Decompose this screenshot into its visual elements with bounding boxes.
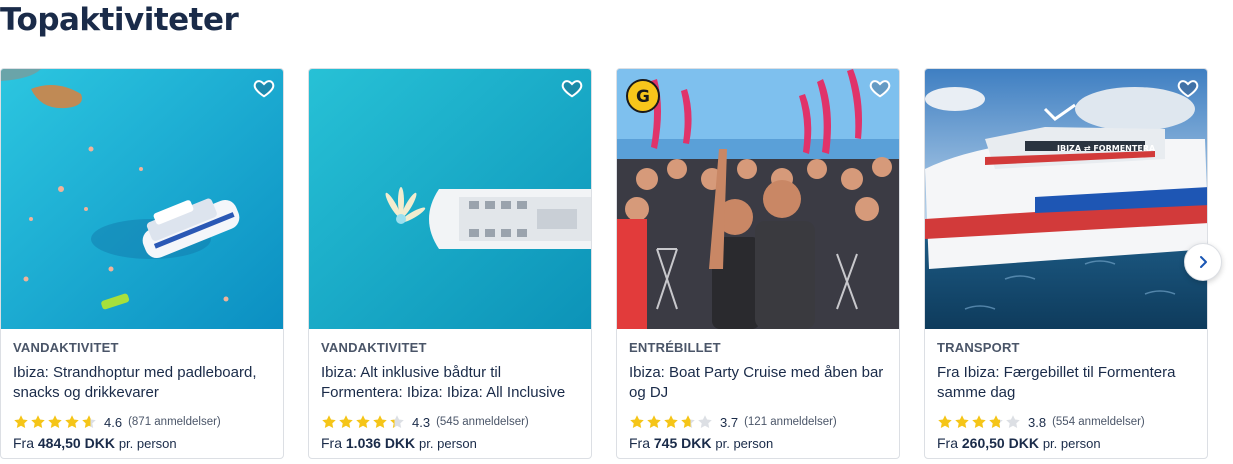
star-icon [989, 415, 1003, 428]
rating: 3.7 (121 anmeldelser) [629, 412, 887, 432]
star-icon [322, 415, 336, 428]
carousel-next-button[interactable] [1184, 243, 1222, 281]
rating-value: 4.3 [412, 414, 431, 430]
star-icon [681, 415, 695, 428]
activity-title[interactable]: Ibiza: Strandhoptur med padleboard, snac… [13, 363, 271, 403]
activity-image[interactable] [1, 69, 283, 329]
heart-icon[interactable] [253, 77, 275, 99]
ferry-text: IBIZA ⇄ FORMENTERA [1057, 144, 1156, 153]
price-from: Fra [13, 435, 34, 451]
review-count: (871 anmeldelser) [128, 416, 221, 428]
price-per: pr. person [715, 436, 774, 451]
activity-image[interactable]: IBIZA ⇄ FORMENTERA [925, 69, 1207, 329]
activity-card[interactable]: IBIZA ⇄ FORMENTERA TRANSPORT Fra Ibiza: … [924, 68, 1208, 459]
price-amount: 260,50 DKK [961, 435, 1039, 451]
star-icon [938, 415, 952, 428]
rating: 4.6 (871 anmeldelser) [13, 412, 271, 432]
activity-image[interactable] [309, 69, 591, 329]
star-icon [630, 415, 644, 428]
star-icon [955, 415, 969, 428]
price-amount: 484,50 DKK [37, 435, 115, 451]
star-rating [937, 414, 1021, 430]
heart-icon[interactable] [869, 77, 891, 99]
star-icon [82, 415, 96, 428]
star-icon [65, 415, 79, 428]
price-per: pr. person [419, 436, 477, 451]
price: Fra 1.036 DKK pr. person [321, 435, 579, 451]
review-count: (121 anmeldelser) [744, 416, 837, 428]
activity-card[interactable]: VANDAKTIVITET Ibiza: Alt inklusive bådtu… [308, 68, 592, 459]
star-icon [14, 415, 28, 428]
rating: 3.8 (554 anmeldelser) [937, 412, 1195, 432]
star-rating [629, 414, 713, 430]
price: Fra 260,50 DKK pr. person [937, 435, 1195, 451]
star-icon [1006, 415, 1020, 428]
heart-icon[interactable] [1177, 77, 1199, 99]
star-rating [321, 414, 405, 430]
star-icon [698, 415, 712, 428]
star-icon [48, 415, 62, 428]
rating-value: 3.8 [1028, 414, 1047, 430]
rating: 4.3 (545 anmeldelser) [321, 412, 579, 432]
price: Fra 484,50 DKK pr. person [13, 435, 271, 451]
star-icon [31, 415, 45, 428]
activity-category: VANDAKTIVITET [13, 340, 119, 355]
activity-category: TRANSPORT [937, 340, 1020, 355]
activity-category: ENTRÉBILLET [629, 340, 721, 355]
activity-card[interactable]: VANDAKTIVITET Ibiza: Strandhoptur med pa… [0, 68, 284, 459]
star-icon [664, 415, 678, 428]
star-icon [339, 415, 353, 428]
activity-title[interactable]: Ibiza: Alt inklusive bådtur til Formente… [321, 363, 579, 403]
price-amount: 1.036 DKK [345, 435, 416, 451]
heart-icon[interactable] [561, 77, 583, 99]
price-from: Fra [937, 435, 958, 451]
activity-card[interactable]: G ENTRÉBILLET Ibiza: Boat Party Cruise m… [616, 68, 900, 459]
section-title: Topaktiviteter [0, 2, 239, 38]
activity-image[interactable]: G [617, 69, 899, 329]
rating-value: 3.7 [720, 414, 739, 430]
price-amount: 745 DKK [653, 435, 712, 451]
rating-value: 4.6 [104, 414, 123, 430]
activity-category: VANDAKTIVITET [321, 340, 427, 355]
chevron-right-icon [1200, 256, 1207, 268]
star-rating [13, 414, 97, 430]
star-icon [972, 415, 986, 428]
star-icon [390, 415, 404, 428]
star-icon [356, 415, 370, 428]
price-from: Fra [629, 435, 650, 451]
activity-title[interactable]: Fra Ibiza: Færgebillet til Formentera sa… [937, 363, 1195, 403]
price-from: Fra [321, 435, 342, 451]
review-count: (554 anmeldelser) [1052, 416, 1145, 428]
price-per: pr. person [118, 436, 177, 451]
price: Fra 745 DKK pr. person [629, 435, 887, 451]
star-icon [647, 415, 661, 428]
review-count: (545 anmeldelser) [436, 416, 529, 428]
activity-title[interactable]: Ibiza: Boat Party Cruise med åben bar og… [629, 363, 887, 403]
badge-letter: G [636, 87, 650, 107]
star-icon [373, 415, 387, 428]
price-per: pr. person [1042, 436, 1101, 451]
